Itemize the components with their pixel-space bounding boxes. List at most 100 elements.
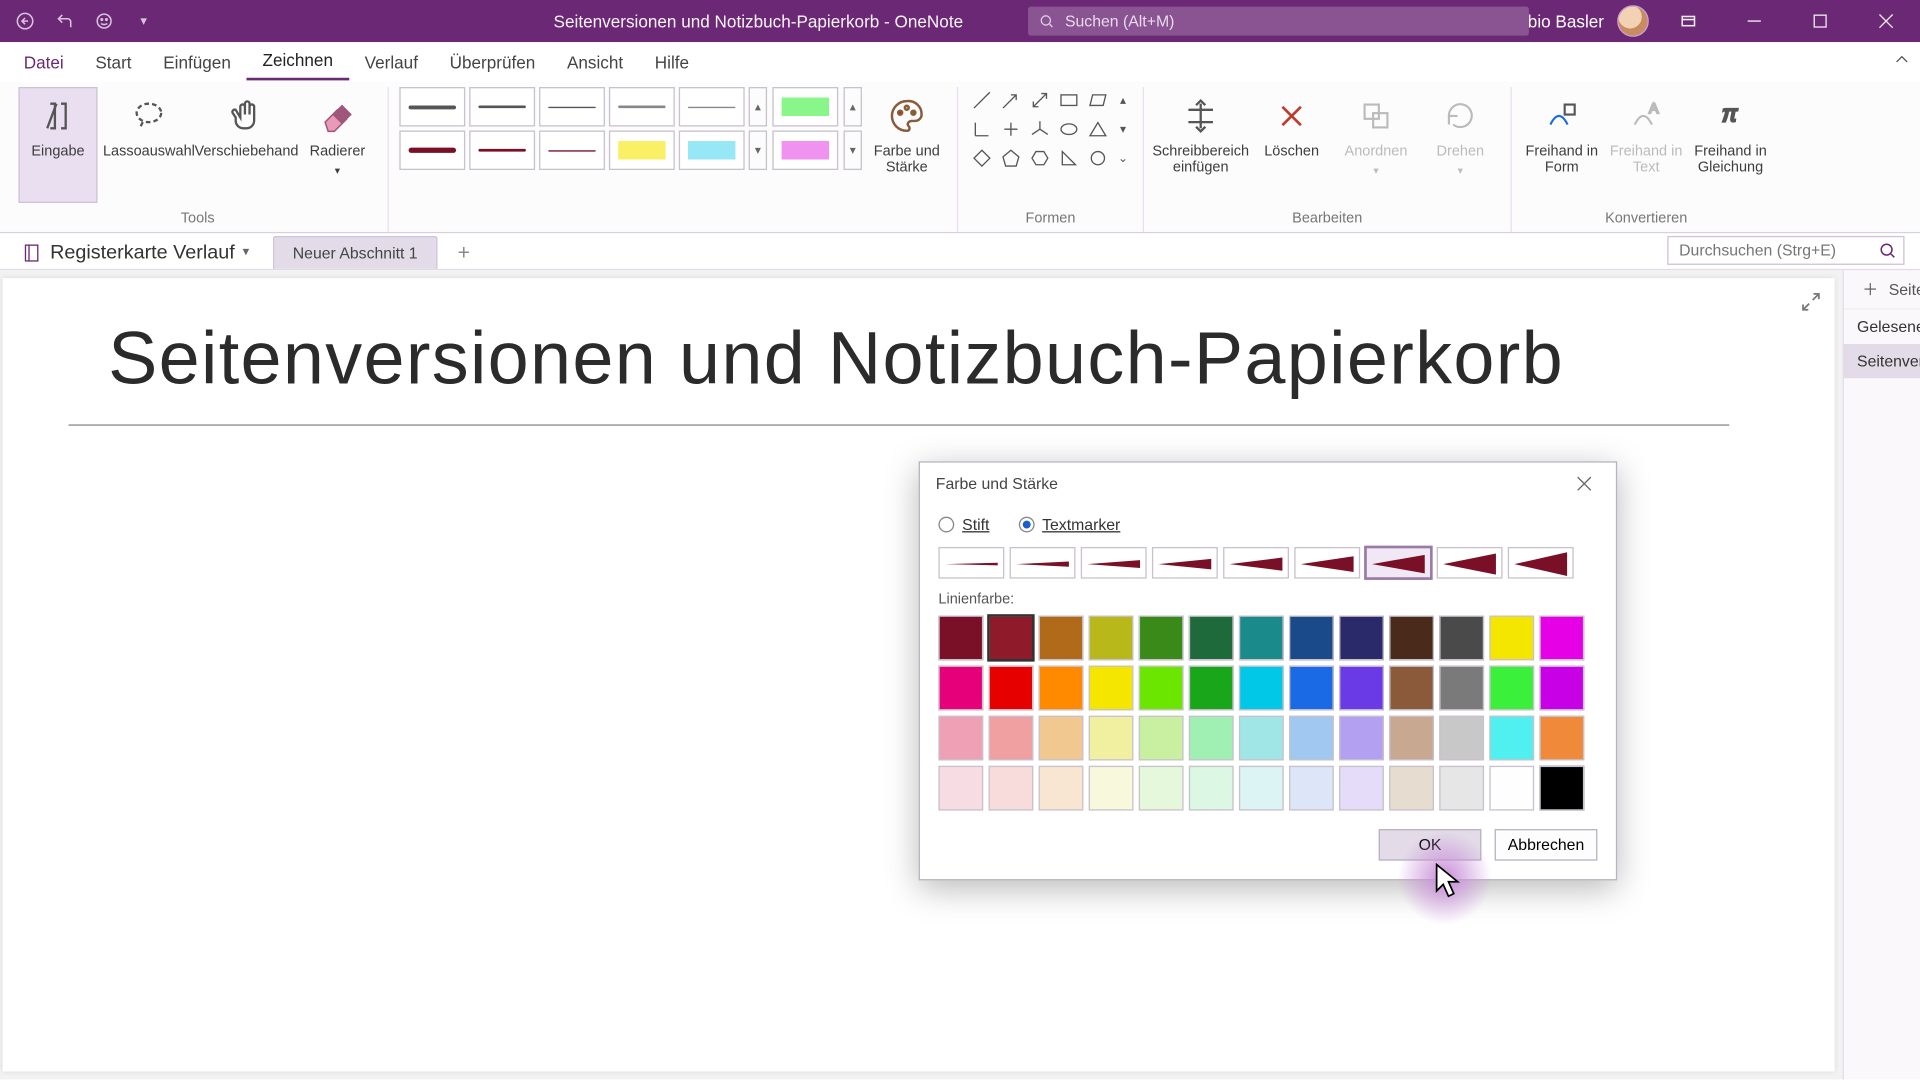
pen-6[interactable] — [399, 130, 465, 170]
tab-ueberpruefen[interactable]: Überprüfen — [434, 45, 551, 81]
color-swatch[interactable] — [1389, 616, 1434, 661]
color-swatch[interactable] — [1089, 766, 1134, 811]
color-swatch[interactable] — [1389, 666, 1434, 711]
color-swatch[interactable] — [1339, 616, 1384, 661]
tab-datei[interactable]: Datei — [8, 45, 80, 81]
color-swatch[interactable] — [1189, 716, 1234, 761]
freihand-gleichung-button[interactable]: π Freihand in Gleichung — [1691, 87, 1770, 203]
cancel-button[interactable]: Abbrechen — [1495, 829, 1598, 861]
tab-hilfe[interactable]: Hilfe — [639, 45, 705, 81]
farbe-staerke-button[interactable]: Farbe und Stärke — [867, 87, 946, 203]
color-swatch[interactable] — [988, 766, 1033, 811]
color-swatch[interactable] — [1139, 716, 1184, 761]
page-list-item[interactable]: Seitenversionen und Notizbuch-P — [1844, 344, 1920, 378]
color-swatch[interactable] — [938, 716, 983, 761]
thickness-8[interactable] — [1437, 547, 1503, 579]
color-swatch[interactable] — [1189, 616, 1234, 661]
highlighter-green[interactable] — [772, 87, 838, 127]
color-swatch[interactable] — [1339, 666, 1384, 711]
color-swatch[interactable] — [938, 666, 983, 711]
pen-5[interactable] — [679, 87, 745, 127]
color-swatch[interactable] — [1289, 766, 1334, 811]
thickness-7[interactable] — [1365, 547, 1431, 579]
dialog-close-icon[interactable] — [1568, 468, 1600, 500]
color-swatch[interactable] — [1039, 716, 1084, 761]
qat-dropdown-icon[interactable]: ▾ — [132, 9, 156, 33]
shape-circle[interactable] — [1085, 145, 1111, 171]
tab-einfuegen[interactable]: Einfügen — [147, 45, 246, 81]
tab-verlauf[interactable]: Verlauf — [349, 45, 434, 81]
color-swatch[interactable] — [1389, 766, 1434, 811]
color-swatch[interactable] — [1389, 716, 1434, 761]
pen-3[interactable] — [539, 87, 605, 127]
thickness-1[interactable] — [938, 547, 1004, 579]
eingabe-button[interactable]: Eingabe — [18, 87, 97, 203]
add-section-button[interactable]: + — [448, 240, 480, 269]
pen-2[interactable] — [469, 87, 535, 127]
color-swatch[interactable] — [1489, 616, 1534, 661]
gallery-more-icon[interactable]: ▾ — [844, 130, 862, 170]
color-swatch[interactable] — [1189, 666, 1234, 711]
freihand-form-button[interactable]: Freihand in Form — [1522, 87, 1601, 203]
shape-ellipse[interactable] — [1056, 116, 1082, 142]
highlighter-magenta[interactable] — [772, 130, 838, 170]
color-swatch[interactable] — [1139, 666, 1184, 711]
thickness-4[interactable] — [1152, 547, 1218, 579]
color-swatch[interactable] — [1489, 666, 1534, 711]
close-icon[interactable] — [1860, 0, 1913, 42]
schreibbereich-button[interactable]: Schreibbereich einfügen — [1155, 87, 1247, 203]
shape-rect[interactable] — [1056, 87, 1082, 113]
ribbon-display-icon[interactable] — [1662, 0, 1715, 42]
highlighter-yellow[interactable] — [609, 130, 675, 170]
shapes-more-icon[interactable]: ⌄ — [1114, 145, 1132, 171]
color-swatch[interactable] — [1089, 666, 1134, 711]
shape-triangle[interactable] — [1085, 116, 1111, 142]
loeschen-button[interactable]: Löschen — [1252, 87, 1331, 203]
radio-textmarker[interactable]: Textmarker — [1018, 515, 1120, 533]
add-page-button[interactable]: ＋ Seite hinzufügen — [1844, 270, 1920, 310]
thickness-2[interactable] — [1010, 547, 1076, 579]
color-swatch[interactable] — [988, 666, 1033, 711]
color-swatch[interactable] — [1539, 666, 1584, 711]
shape-3d-axes[interactable] — [1027, 116, 1053, 142]
color-swatch[interactable] — [1289, 666, 1334, 711]
ok-button[interactable]: OK — [1379, 829, 1482, 861]
thickness-6[interactable] — [1294, 547, 1360, 579]
tab-ansicht[interactable]: Ansicht — [551, 45, 639, 81]
gallery-down-icon[interactable]: ▾ — [749, 130, 767, 170]
color-swatch[interactable] — [1539, 616, 1584, 661]
highlighter-cyan[interactable] — [679, 130, 745, 170]
shape-para[interactable] — [1085, 87, 1111, 113]
shape-diamond[interactable] — [969, 145, 995, 171]
thickness-9[interactable] — [1508, 547, 1574, 579]
shape-pentagon[interactable] — [998, 145, 1024, 171]
color-swatch[interactable] — [1089, 716, 1134, 761]
shape-axes3[interactable] — [998, 116, 1024, 142]
color-swatch[interactable] — [1289, 616, 1334, 661]
shapes-down-icon[interactable]: ▾ — [1114, 116, 1132, 142]
pen-8[interactable] — [539, 130, 605, 170]
minimize-icon[interactable] — [1728, 0, 1781, 42]
search-box[interactable]: Suchen (Alt+M) — [1028, 7, 1529, 36]
collapse-ribbon-icon[interactable] — [1894, 50, 1910, 74]
thickness-3[interactable] — [1081, 547, 1147, 579]
radierer-button[interactable]: Radierer ▾ — [298, 87, 377, 203]
notebook-dropdown[interactable]: Registerkarte Verlauf ▾ — [8, 236, 263, 269]
back-icon[interactable] — [13, 9, 37, 33]
thickness-5[interactable] — [1223, 547, 1289, 579]
color-swatch[interactable] — [1239, 616, 1284, 661]
shape-right-triangle[interactable] — [1056, 145, 1082, 171]
color-swatch[interactable] — [1139, 616, 1184, 661]
color-swatch[interactable] — [1089, 616, 1134, 661]
tab-start[interactable]: Start — [80, 45, 148, 81]
radio-stift[interactable]: Stift — [938, 515, 989, 533]
page-search-input[interactable] — [1667, 236, 1904, 265]
color-swatch[interactable] — [1039, 616, 1084, 661]
tab-zeichnen[interactable]: Zeichnen — [247, 42, 349, 80]
color-swatch[interactable] — [1289, 716, 1334, 761]
pen-1[interactable] — [399, 87, 465, 127]
shape-axes2[interactable] — [969, 116, 995, 142]
shape-double-arrow[interactable] — [1027, 87, 1053, 113]
shape-line[interactable] — [969, 87, 995, 113]
color-swatch[interactable] — [1439, 766, 1484, 811]
